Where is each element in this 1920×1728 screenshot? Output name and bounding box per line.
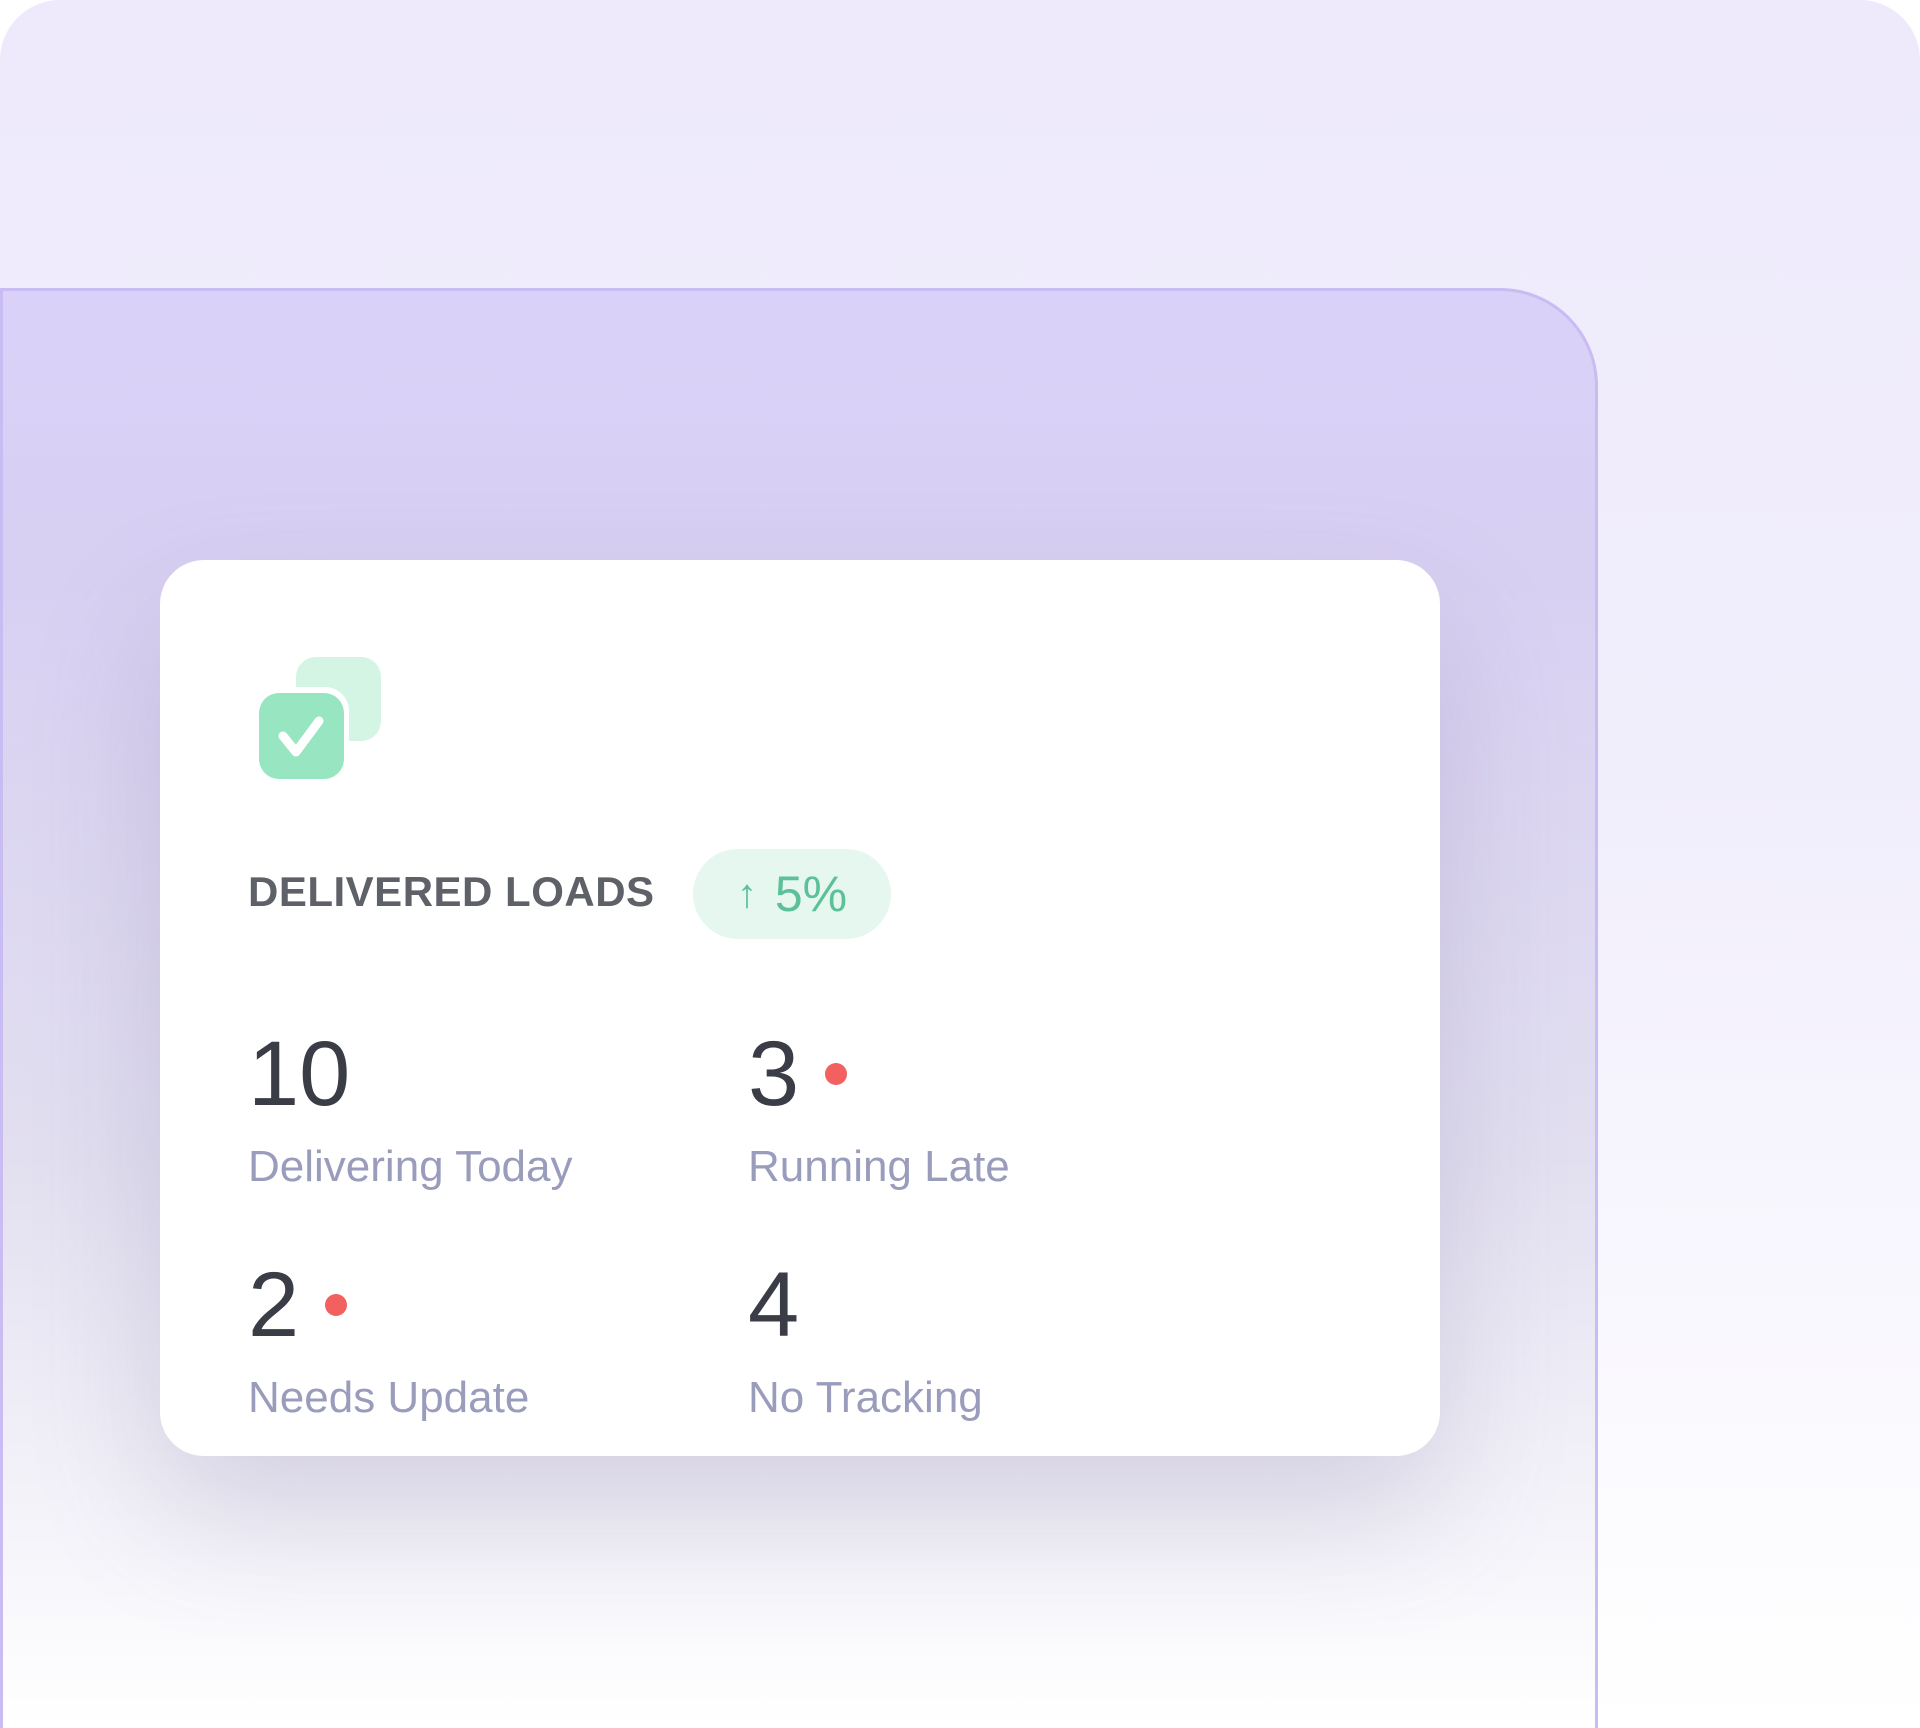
stat-value: 4 [748, 1254, 800, 1356]
stat-needs-update: 2 Needs Update [248, 1259, 529, 1423]
trend-badge: ↑ 5% [693, 849, 891, 939]
stat-label: No Tracking [748, 1373, 983, 1422]
stat-value: 3 [748, 1023, 800, 1125]
card-title: DELIVERED LOADS [248, 868, 655, 915]
arrow-up-icon: ↑ [736, 871, 757, 916]
stat-label: Delivering Today [248, 1142, 573, 1191]
stat-no-tracking: 4 No Tracking [748, 1259, 983, 1423]
stat-value: 2 [248, 1254, 300, 1356]
stat-running-late: 3 Running Late [748, 1028, 1010, 1192]
alert-dot [325, 1294, 348, 1316]
stat-label: Needs Update [248, 1373, 530, 1422]
stat-value: 10 [248, 1023, 351, 1125]
stat-delivering-today: 10 Delivering Today [248, 1028, 572, 1192]
stat-label: Running Late [748, 1142, 1010, 1191]
trend-value: 5% [774, 866, 848, 922]
alert-dot [825, 1063, 848, 1085]
stacked-check-squares-icon [259, 657, 381, 779]
